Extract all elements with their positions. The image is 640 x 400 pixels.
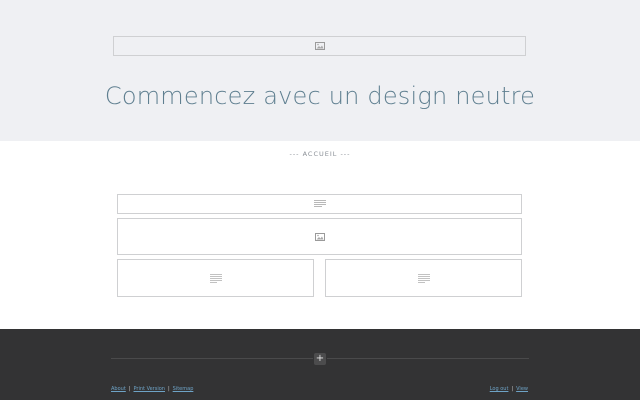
footer-divider-right (327, 358, 529, 359)
image-icon (314, 42, 325, 50)
link-separator: | (128, 386, 131, 392)
plus-icon: + (315, 353, 325, 364)
text-lines-icon (313, 200, 326, 207)
hero-image-placeholder[interactable] (113, 36, 526, 56)
sitemap-link[interactable]: Sitemap (173, 386, 194, 392)
nav-breadcrumb[interactable]: --- ACCUEIL --- (0, 150, 640, 158)
link-separator: | (511, 386, 514, 392)
print-version-link[interactable]: Print Version (133, 386, 164, 392)
add-block-button[interactable]: + (314, 353, 326, 365)
page-title: Commencez avec un design neutre (104, 82, 536, 110)
footer-links-left: About | Print Version | Sitemap (111, 386, 193, 392)
header-section: Commencez avec un design neutre (0, 0, 640, 141)
text-column-left-placeholder[interactable] (117, 259, 314, 297)
text-block-placeholder[interactable] (117, 194, 522, 214)
log-out-link[interactable]: Log out (490, 386, 509, 392)
text-lines-icon (209, 273, 222, 283)
about-link[interactable]: About (111, 386, 126, 392)
footer-links-right: Log out | View (490, 386, 528, 392)
link-separator: | (167, 386, 170, 392)
text-column-right-placeholder[interactable] (325, 259, 522, 297)
footer: + About | Print Version | Sitemap Log ou… (0, 329, 640, 400)
nav-home-link[interactable]: --- ACCUEIL --- (289, 150, 350, 158)
footer-divider-left (111, 358, 313, 359)
image-icon (314, 232, 325, 241)
text-lines-icon (417, 273, 430, 283)
view-link[interactable]: View (516, 386, 528, 392)
image-block-placeholder[interactable] (117, 218, 522, 255)
